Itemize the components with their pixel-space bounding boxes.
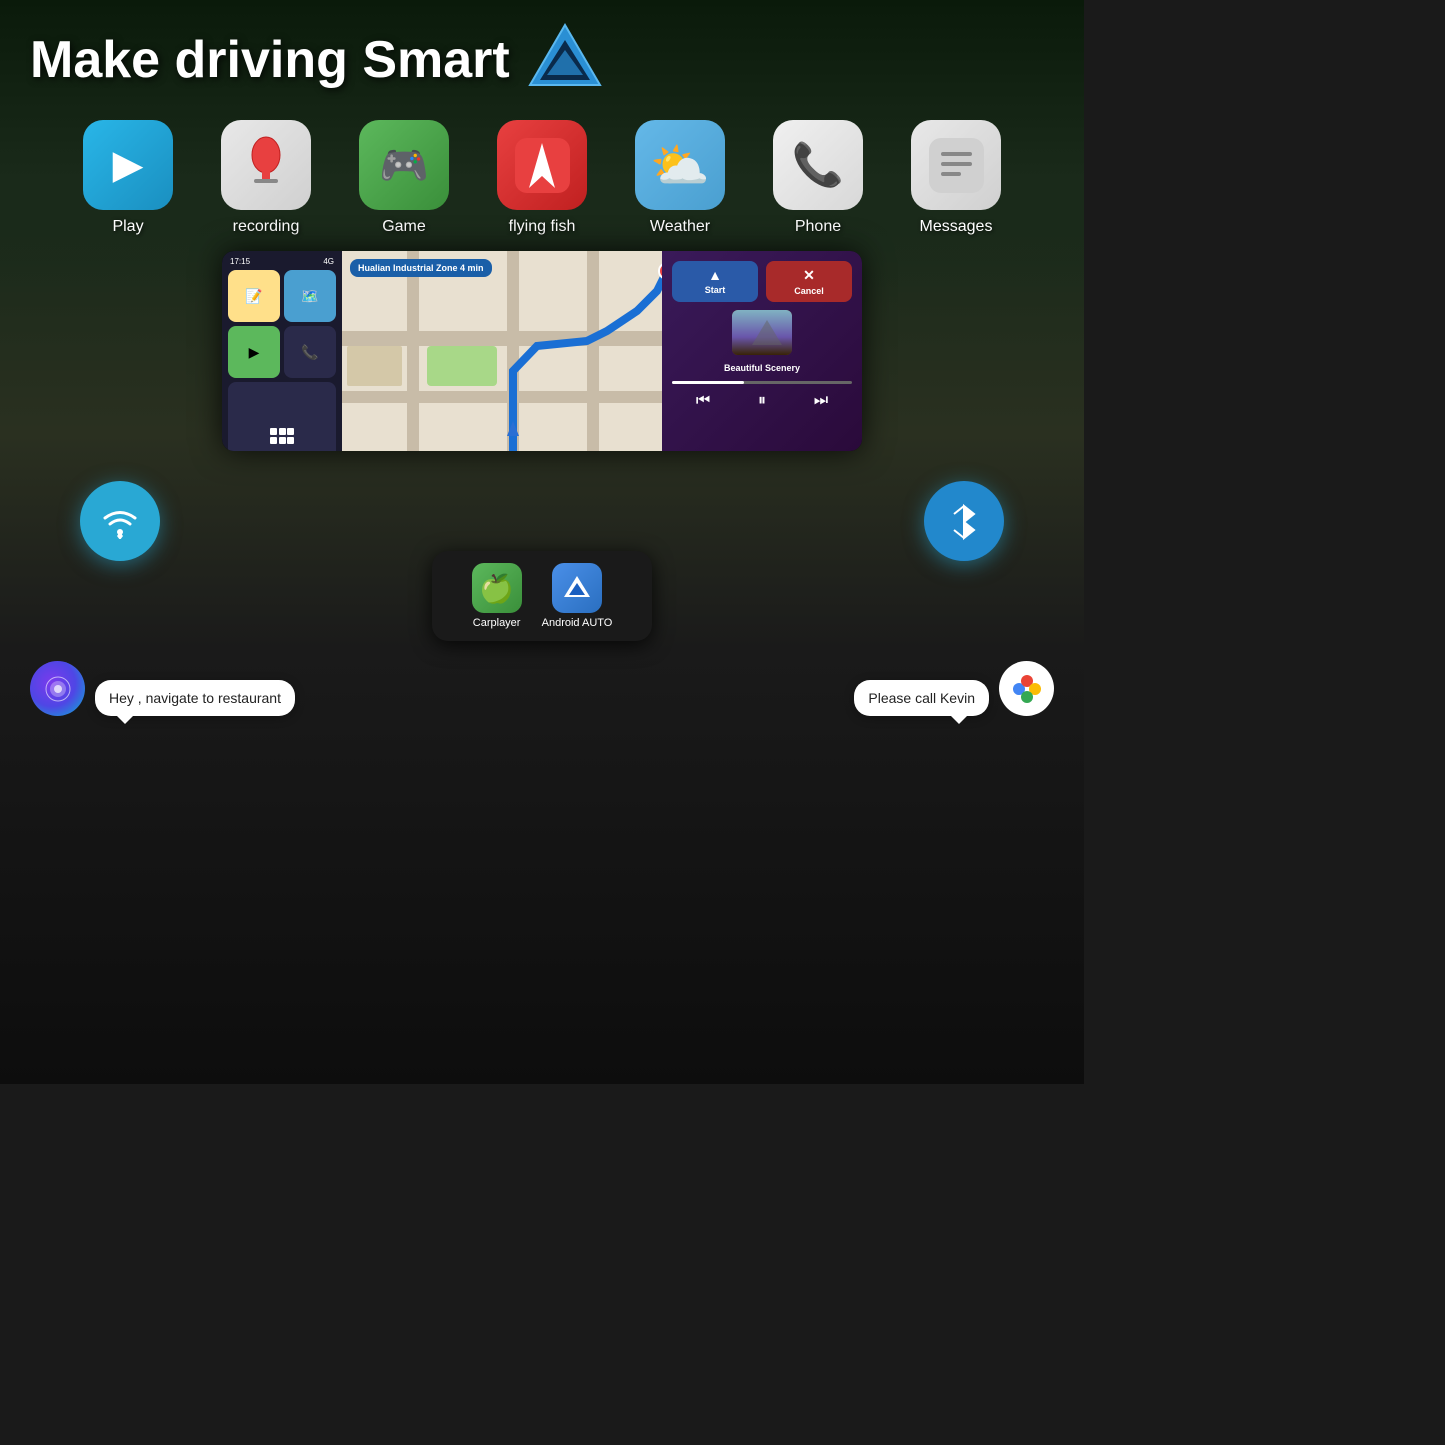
weather-icon: ⛅ [635, 120, 725, 210]
app-play[interactable]: ▶ Play [68, 120, 188, 236]
messages-icon [911, 120, 1001, 210]
music-progress-fill [672, 381, 744, 384]
phone-sidebar: 17:15 4G 📝 🗺️ ▶ 📞 [222, 251, 342, 451]
google-assistant-icon [999, 661, 1054, 716]
phone-app-notes[interactable]: 📝 [228, 270, 280, 322]
signal-display: 4G [323, 257, 334, 266]
play-label: Play [112, 218, 143, 236]
forward-button[interactable]: ⏭ [814, 392, 828, 410]
music-controls: ⏮ ⏸ ⏭ [672, 392, 852, 410]
messages-label: Messages [920, 218, 993, 236]
time-display: 17:15 [230, 257, 250, 266]
voice-section: Hey , navigate to restaurant Please call… [0, 646, 1084, 731]
phone-label: Phone [795, 218, 841, 236]
rewind-button[interactable]: ⏮ [696, 392, 710, 410]
page-title: Make driving Smart [30, 30, 510, 90]
play-icon: ▶ [83, 120, 173, 210]
music-album-art [732, 310, 792, 355]
flying-fish-label: flying fish [509, 218, 576, 236]
music-progress-bar[interactable] [672, 381, 852, 384]
siri-bubble: Hey , navigate to restaurant [30, 661, 295, 716]
game-icon: 🎮 [359, 120, 449, 210]
app-phone[interactable]: 📞 Phone [758, 120, 878, 236]
navigation-icon: ▲ [708, 267, 722, 283]
bluetooth-icon [924, 481, 1004, 561]
display-unit: 17:15 4G 📝 🗺️ ▶ 📞 [222, 251, 862, 451]
phone-app-store[interactable]: ▶ [228, 326, 280, 378]
recording-label: recording [233, 218, 300, 236]
google-bubble: Please call Kevin [854, 661, 1054, 716]
siri-icon [30, 661, 85, 716]
game-label: Game [382, 218, 426, 236]
app-game[interactable]: 🎮 Game [344, 120, 464, 236]
google-text-bubble: Please call Kevin [854, 680, 989, 716]
android-auto-app[interactable]: Android AUTO [542, 563, 613, 629]
phone-icons-grid: 📝 🗺️ ▶ 📞 [228, 270, 336, 451]
phone-icon: 📞 [773, 120, 863, 210]
app-flying-fish[interactable]: flying fish [482, 120, 602, 236]
carplayer-icon: 🍏 [472, 563, 522, 613]
cancel-button[interactable]: ✕ Cancel [766, 261, 852, 302]
carplayer-app[interactable]: 🍏 Carplayer [472, 563, 522, 629]
app-messages[interactable]: Messages [896, 120, 1016, 236]
flying-fish-icon [497, 120, 587, 210]
start-button[interactable]: ▲ Start [672, 261, 758, 302]
brand-logo [525, 20, 605, 100]
nav-banner: Hualian Industrial Zone 4 min [350, 259, 492, 277]
siri-text-bubble: Hey , navigate to restaurant [95, 680, 295, 716]
recording-icon [221, 120, 311, 210]
app-recording[interactable]: recording [206, 120, 326, 236]
android-auto-label: Android AUTO [542, 617, 613, 629]
phone-device: 🍏 Carplayer Android AUTO [432, 551, 652, 641]
phone-app-phone[interactable]: 📞 [284, 326, 336, 378]
wifi-icon [80, 481, 160, 561]
phone-device-section: 🍏 Carplayer Android AUTO [0, 551, 1084, 641]
map-svg [342, 251, 662, 451]
weather-label: Weather [650, 218, 710, 236]
action-buttons: ▲ Start ✕ Cancel [672, 261, 852, 302]
google-text: Please call Kevin [868, 690, 975, 706]
start-label: Start [705, 285, 726, 295]
app-weather[interactable]: ⛅ Weather [620, 120, 740, 236]
pause-button[interactable]: ⏸ [758, 392, 766, 410]
cancel-label: Cancel [794, 286, 824, 296]
music-panel: ▲ Start ✕ Cancel [662, 251, 862, 451]
siri-text: Hey , navigate to restaurant [109, 690, 281, 706]
car-display-section: 17:15 4G 📝 🗺️ ▶ 📞 [0, 241, 1084, 451]
cancel-icon: ✕ [803, 267, 815, 284]
apps-row: ▶ Play recording 🎮 Game [0, 110, 1084, 241]
map-display: Hualian Industrial Zone 4 min [342, 251, 662, 451]
carplayer-label: Carplayer [473, 617, 521, 629]
phone-app-grid[interactable] [228, 382, 336, 451]
phone-app-maps[interactable]: 🗺️ [284, 270, 336, 322]
phone-status-bar: 17:15 4G [228, 257, 336, 266]
android-auto-icon [552, 563, 602, 613]
music-title: Beautiful Scenery [672, 363, 852, 373]
